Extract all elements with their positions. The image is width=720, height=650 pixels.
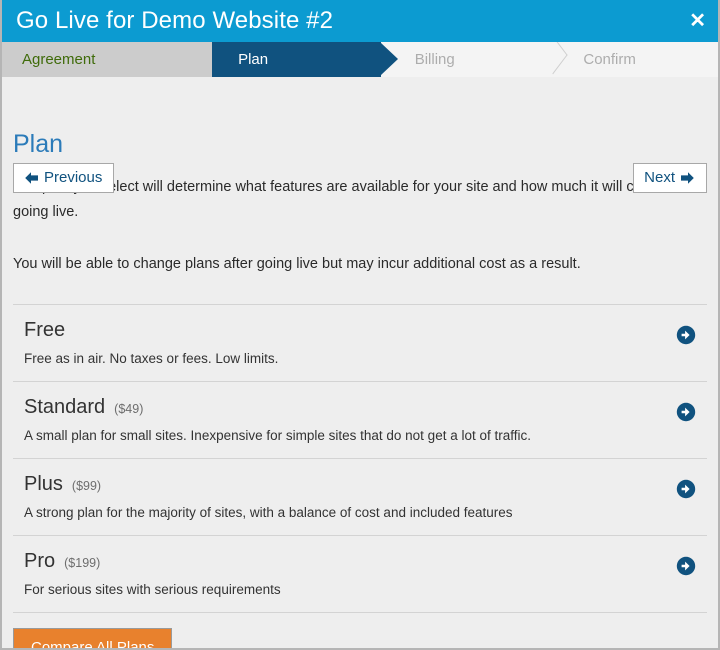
- wizard-step-plan-label: Plan: [238, 51, 269, 68]
- close-icon[interactable]: ✕: [689, 11, 706, 31]
- dialog-title: Go Live for Demo Website #2: [16, 7, 334, 34]
- plan-option-free[interactable]: Free Free as in air. No taxes or fees. L…: [13, 305, 707, 382]
- arrow-circle-right-icon[interactable]: [676, 479, 696, 499]
- previous-button[interactable]: Previous: [13, 163, 115, 193]
- wizard-step-plan[interactable]: Plan: [212, 42, 398, 77]
- plan-header: Plus ($99): [24, 471, 663, 497]
- main-content: Plan The plan you select will determine …: [2, 129, 718, 648]
- wizard-step-confirm-label: Confirm: [583, 51, 636, 68]
- intro-paragraph-1: The plan you select will determine what …: [13, 179, 686, 220]
- plan-price: ($49): [114, 402, 144, 416]
- plan-option-standard[interactable]: Standard ($49) A small plan for small si…: [13, 382, 707, 459]
- plan-description: A small plan for small sites. Inexpensiv…: [24, 428, 531, 443]
- plan-price: ($99): [71, 479, 102, 493]
- arrow-right-icon: [680, 171, 695, 185]
- arrow-circle-right-icon[interactable]: [676, 402, 696, 422]
- plan-description: For serious sites with serious requireme…: [24, 582, 281, 597]
- arrow-left-icon: [24, 171, 39, 185]
- plan-description: Free as in air. No taxes or fees. Low li…: [24, 351, 279, 366]
- go-live-wizard-dialog: Go Live for Demo Website #2 ✕ Agreement …: [0, 0, 720, 650]
- wizard-step-agreement-label: Agreement: [22, 51, 96, 68]
- intro-paragraph-2: You will be able to change plans after g…: [13, 256, 581, 272]
- plan-name: Standard: [24, 396, 106, 418]
- plan-name: Pro: [24, 550, 56, 572]
- wizard-nav-row: Previous Next: [2, 77, 718, 193]
- arrow-circle-right-icon[interactable]: [676, 556, 696, 576]
- plan-description: A strong plan for the majority of sites,…: [24, 505, 513, 520]
- plan-option-plus[interactable]: Plus ($99) A strong plan for the majorit…: [13, 459, 707, 536]
- previous-button-label: Previous: [44, 169, 103, 186]
- plan-option-pro[interactable]: Pro ($199) For serious sites with seriou…: [13, 536, 707, 613]
- plan-list: Free Free as in air. No taxes or fees. L…: [13, 304, 707, 613]
- dialog-titlebar: Go Live for Demo Website #2 ✕: [2, 0, 718, 42]
- plan-name: Free: [24, 319, 66, 341]
- arrow-circle-right-icon[interactable]: [676, 325, 696, 345]
- next-button[interactable]: Next: [633, 163, 707, 193]
- plan-header: Pro ($199): [24, 548, 663, 574]
- plan-name: Plus: [24, 473, 63, 495]
- wizard-step-confirm[interactable]: Confirm: [549, 42, 718, 77]
- compare-all-plans-button[interactable]: Compare All Plans: [13, 628, 173, 648]
- wizard-step-billing[interactable]: Billing: [381, 42, 550, 77]
- plan-header: Free: [24, 317, 663, 343]
- footer-actions: Compare All Plans: [13, 613, 707, 648]
- plan-header: Standard ($49): [24, 394, 663, 420]
- next-button-label: Next: [644, 169, 675, 186]
- wizard-step-bar: Agreement Plan Billing Confirm: [2, 42, 718, 77]
- wizard-step-agreement[interactable]: Agreement: [2, 42, 230, 77]
- plan-price: ($199): [64, 556, 101, 570]
- page-title: Plan: [13, 130, 64, 158]
